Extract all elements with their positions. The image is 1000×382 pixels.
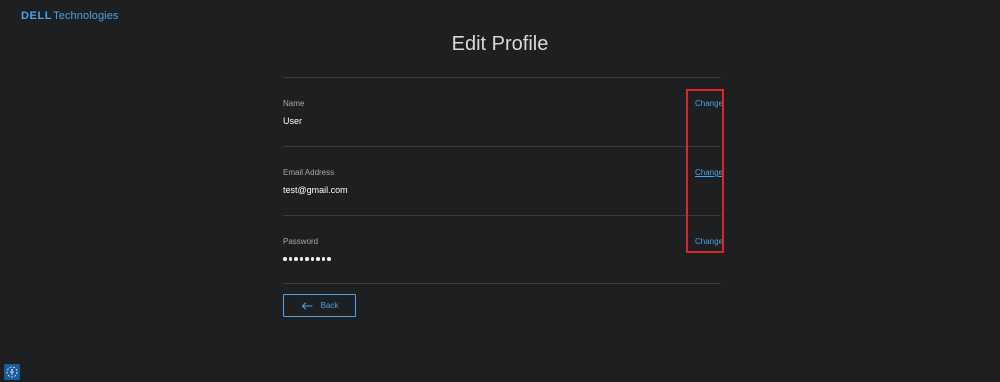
logo-brand: DELL bbox=[21, 10, 53, 22]
highlight-annotation-box bbox=[686, 89, 724, 253]
accessibility-glyph-icon bbox=[6, 366, 18, 378]
email-label: Email Address bbox=[283, 168, 335, 177]
name-label: Name bbox=[283, 99, 305, 108]
arrow-left-icon bbox=[301, 301, 313, 310]
password-label: Password bbox=[283, 237, 319, 246]
logo-suffix: Technologies bbox=[53, 10, 119, 22]
dell-technologies-logo[interactable]: DELL Technologies bbox=[21, 10, 119, 22]
accessibility-icon[interactable] bbox=[4, 364, 20, 380]
password-value bbox=[283, 257, 331, 261]
back-label: Back bbox=[320, 301, 339, 310]
page-title: Edit Profile bbox=[451, 33, 549, 55]
divider bbox=[283, 77, 721, 78]
divider bbox=[283, 215, 721, 216]
divider bbox=[283, 146, 721, 147]
name-value: User bbox=[283, 116, 303, 126]
divider bbox=[283, 283, 721, 284]
email-value: test@gmail.com bbox=[283, 185, 348, 195]
back-button[interactable]: Back bbox=[283, 294, 356, 317]
